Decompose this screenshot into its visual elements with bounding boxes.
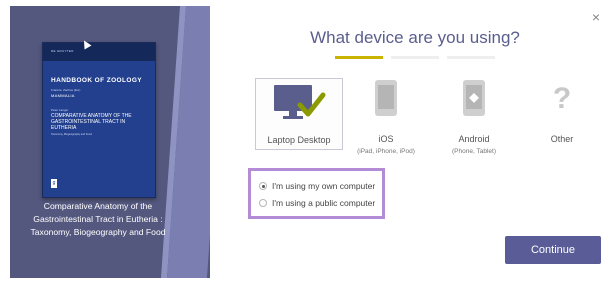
device-sublabel-android: (Phone, Tablet)	[452, 148, 496, 155]
cover-author: Peter Langer	[51, 108, 69, 112]
own-computer-option[interactable]: I'm using my own computer	[259, 180, 375, 192]
step-progress	[335, 56, 495, 59]
progress-step-2	[391, 56, 439, 59]
cover-series-title: HANDBOOK OF ZOOLOGY	[51, 77, 143, 84]
question-icon: ?	[552, 82, 572, 115]
public-computer-radio[interactable]	[259, 199, 267, 207]
device-label-android: Android	[458, 134, 490, 144]
device-option-other[interactable]: ? Other	[524, 78, 600, 148]
own-computer-radio[interactable]	[259, 182, 267, 190]
apple-icon	[375, 80, 397, 116]
book-cover: DE GRUYTER HANDBOOK OF ZOOLOGY Frank E. …	[42, 42, 156, 198]
book-caption: Comparative Anatomy of the Gastrointesti…	[30, 201, 166, 237]
dialog-heading: What device are you using?	[310, 28, 520, 47]
public-computer-label: I'm using a public computer	[272, 198, 376, 208]
progress-step-1	[335, 56, 383, 59]
public-computer-option[interactable]: I'm using a public computer	[259, 197, 375, 209]
device-option-laptop-desktop[interactable]: Laptop Desktop	[255, 78, 343, 150]
computer-type-group: I'm using my own computer I'm using a pu…	[248, 168, 385, 219]
continue-button[interactable]: Continue	[505, 236, 601, 264]
own-computer-label: I'm using my own computer	[272, 181, 376, 191]
device-option-ios[interactable]: iOS (iPad, iPhone, iPod)	[348, 78, 424, 155]
progress-step-3	[447, 56, 495, 59]
device-selection-dialog: DE GRUYTER HANDBOOK OF ZOOLOGY Frank E. …	[0, 0, 606, 281]
cover-volume: MAMMALIA	[51, 93, 75, 98]
device-option-android[interactable]: ◆ Android (Phone, Tablet)	[436, 78, 512, 155]
device-sublabel-ios: (iPad, iPhone, iPod)	[357, 148, 415, 155]
device-label-ios: iOS	[378, 134, 394, 144]
cover-publisher: DE GRUYTER	[51, 49, 74, 53]
phone-screen	[378, 85, 394, 109]
book-panel: DE GRUYTER HANDBOOK OF ZOOLOGY Frank E. …	[10, 6, 210, 278]
laptop-check-icon	[274, 85, 326, 119]
close-button[interactable]: ×	[589, 10, 603, 24]
cover-subtitle: Taxonomy, Biogeography and Food	[51, 133, 92, 136]
cover-book-title: COMPARATIVE ANATOMY OF THE GASTROINTESTI…	[51, 113, 132, 131]
cover-editors: Frank E. Zachos (Ed.)	[51, 88, 81, 92]
android-icon: ◆	[463, 80, 485, 116]
android-glyph: ◆	[469, 90, 479, 104]
publisher-logo-icon: g	[51, 179, 57, 188]
device-label-laptop-desktop: Laptop Desktop	[267, 135, 331, 145]
device-label-other: Other	[550, 134, 574, 144]
